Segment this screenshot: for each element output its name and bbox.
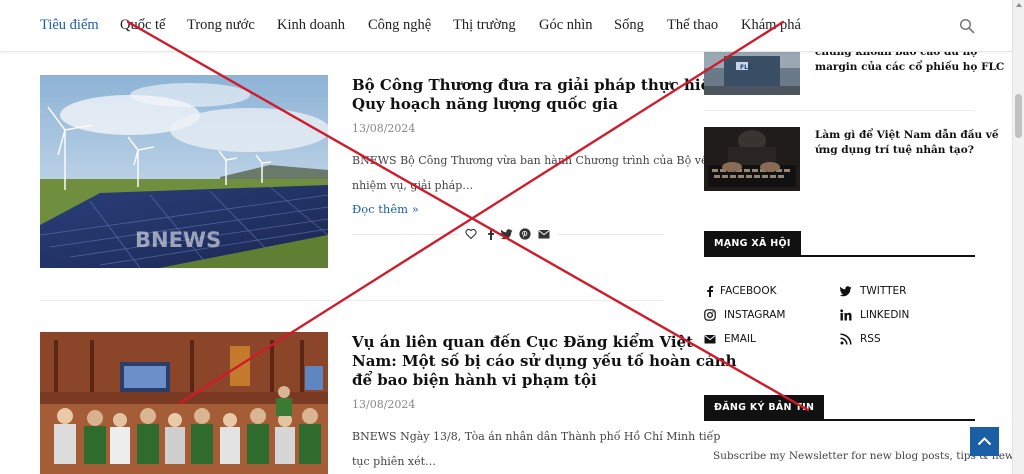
nav-item-goc-nhin[interactable]: Góc nhìn [539, 17, 593, 34]
nav-item-thi-truong[interactable]: Thị trường [453, 17, 516, 34]
nav-item-tieu-diem[interactable]: Tiêu điểm [40, 17, 99, 34]
linkedin-icon [840, 309, 852, 321]
instagram-icon [704, 309, 716, 321]
page-scrollbar[interactable] [1012, 0, 1024, 474]
email-share-icon[interactable] [538, 228, 550, 240]
back-to-top-button[interactable] [970, 427, 999, 456]
sidebar-post-title-2[interactable]: Làm gì để Việt Nam dẫn đầu về ứng dụng t… [815, 128, 999, 158]
article-excerpt-1: BNEWS Bộ Công Thương vừa ban hành Chương… [352, 154, 708, 192]
nav-item-song[interactable]: Sống [614, 17, 644, 34]
social-widget-heading: MẠNG XÃ HỘI [704, 231, 975, 257]
flc-building-photo: FLC [704, 48, 800, 95]
sidebar-thumb-ai[interactable] [704, 127, 800, 191]
read-more-link[interactable]: Đọc thêm » [352, 202, 419, 216]
facebook-icon [707, 285, 714, 297]
article-date-2: 13/08/2024 [352, 398, 416, 411]
nav-item-quoc-te[interactable]: Quốc tế [120, 17, 166, 34]
article-divider [40, 300, 664, 301]
top-navigation: Tiêu điểm Quốc tế Trong nước Kinh doanh … [0, 0, 1012, 52]
sidebar-divider [704, 110, 975, 111]
article-image-solar-farm[interactable]: BNEWS [40, 75, 328, 268]
twitter-icon [840, 286, 852, 297]
twitter-share-icon[interactable] [501, 228, 513, 240]
keyboard-hands-photo [704, 127, 800, 191]
article-title-1[interactable]: Bộ Công Thương đưa ra giải pháp thực hiệ… [352, 76, 721, 114]
pinterest-share-icon[interactable] [519, 228, 531, 240]
newsletter-widget-heading: ĐĂNG KÝ BẢN TIN [704, 395, 975, 421]
search-icon[interactable] [959, 18, 975, 34]
nav-item-cong-nghe[interactable]: Công nghệ [368, 17, 431, 34]
scrollbar-thumb[interactable] [1015, 94, 1022, 138]
chevron-up-icon [977, 437, 992, 446]
rss-icon [840, 333, 852, 345]
nav-item-kham-pha[interactable]: Khám phá [741, 17, 801, 34]
solar-farm-photo: BNEWS [40, 75, 328, 268]
svg-text:FLC: FLC [740, 64, 753, 71]
article-excerpt-2: BNEWS Ngày 13/8, Tòa án nhân dân Thành p… [352, 430, 721, 468]
double-chevron-right-icon: » [411, 202, 419, 216]
share-divider-right [558, 234, 664, 235]
newsletter-description: Subscribe my Newsletter for new blog pos… [713, 450, 1014, 462]
article-title-2[interactable]: Vụ án liên quan đến Cục Đăng kiểm Việt N… [352, 333, 737, 390]
facebook-share-icon[interactable] [485, 228, 497, 240]
nav-item-the-thao[interactable]: Thể thao [667, 17, 718, 34]
bnews-watermark: BNEWS [135, 228, 221, 252]
heart-icon[interactable] [465, 228, 477, 240]
share-divider-left [352, 234, 458, 235]
email-icon [704, 335, 716, 344]
sidebar-thumb-flc[interactable]: FLC [704, 48, 800, 95]
article-date-1: 13/08/2024 [352, 122, 416, 135]
nav-item-trong-nuoc[interactable]: Trong nước [187, 17, 255, 34]
nav-item-kinh-doanh[interactable]: Kinh doanh [277, 17, 345, 34]
article-image-courtroom[interactable] [40, 332, 328, 474]
courtroom-photo [40, 332, 328, 474]
scroll-up-arrow-icon[interactable] [1016, 3, 1022, 7]
